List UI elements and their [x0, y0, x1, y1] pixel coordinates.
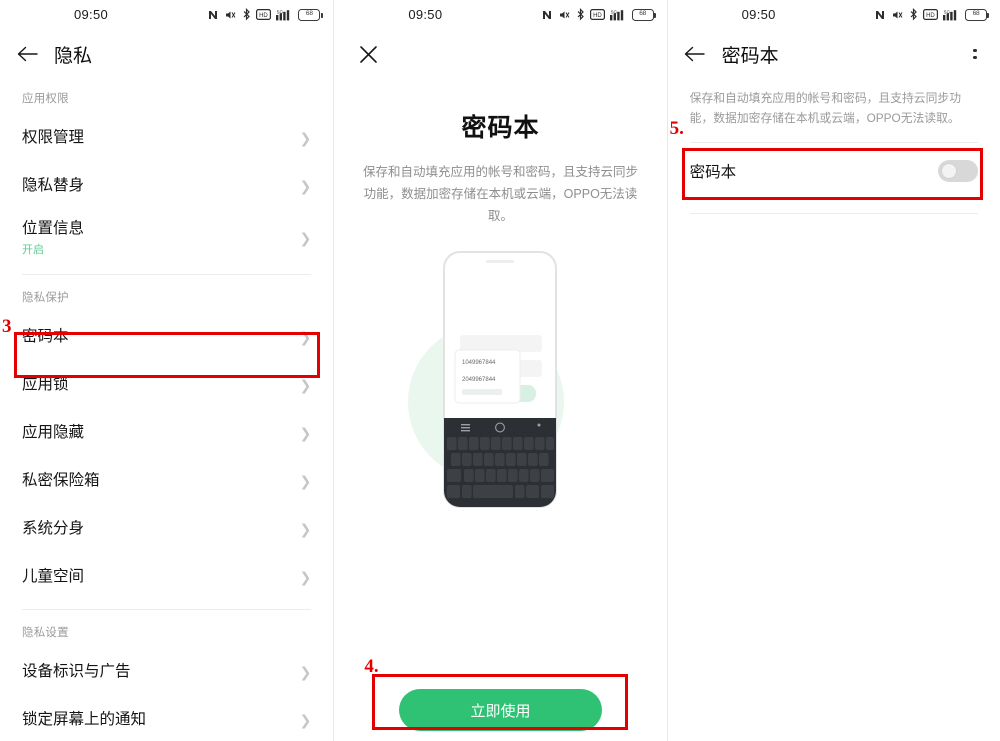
- close-x-icon[interactable]: [356, 42, 380, 66]
- chevron-right-icon: ❯: [299, 377, 312, 393]
- autofill-suggestion-2: 2049967844: [462, 377, 496, 383]
- list-item[interactable]: 设备标识与广告 ❯: [0, 648, 333, 696]
- list-item[interactable]: 位置信息 开启 ❯: [0, 210, 333, 266]
- list-item[interactable]: 隐私替身 ❯: [0, 162, 333, 210]
- bluetooth-icon: [577, 8, 584, 21]
- panel3-appbar: 密码本: [668, 30, 1000, 78]
- panel-privacy-settings: 09:50 HD 5G 68 隐私 应用权限 权限管理 ❯ 隐私替身 ❯ 位置信…: [0, 0, 334, 741]
- back-arrow-icon[interactable]: [14, 41, 40, 67]
- more-options-icon[interactable]: [964, 42, 986, 66]
- bluetooth-icon: [243, 8, 251, 21]
- hd-voice-icon: HD: [589, 9, 605, 20]
- signal-5g-icon: 5G: [609, 9, 623, 21]
- list-item[interactable]: 应用隐藏 ❯: [0, 409, 333, 457]
- signal-5g-icon: 5G: [276, 9, 290, 21]
- battery-icon: 68: [298, 8, 323, 21]
- settings-description: 保存和自动填充应用的帐号和密码，且支持云同步功能，数据加密存储在本机或云端，OP…: [689, 91, 961, 126]
- annotation-number-5: 5.: [669, 118, 684, 139]
- list-item[interactable]: 权限管理 ❯: [0, 114, 333, 162]
- list-item-label: 隐私替身: [22, 177, 85, 195]
- list-item-label: 权限管理: [22, 129, 85, 147]
- status-bar: 09:50 HD 5G 68: [668, 0, 1000, 30]
- svg-text:HD: HD: [926, 13, 935, 19]
- battery-percent: 68: [972, 10, 980, 18]
- list-item[interactable]: 锁定屏幕上的通知 ❯: [0, 696, 333, 741]
- svg-text:HD: HD: [259, 13, 268, 19]
- back-arrow-icon[interactable]: [682, 41, 708, 67]
- mute-icon: [559, 11, 570, 18]
- annotation-box-toggle-row: [681, 148, 983, 200]
- panel1-appbar: 隐私: [0, 30, 333, 78]
- intro-title: 密码本: [461, 114, 540, 142]
- list-privacy-settings: 设备标识与广告 ❯ 锁定屏幕上的通知 ❯: [0, 648, 333, 741]
- list-item[interactable]: 系统分身 ❯: [0, 505, 333, 553]
- chevron-right-icon: ❯: [299, 473, 312, 489]
- chevron-right-icon: ❯: [299, 664, 312, 680]
- phone-autofill-illustration: 1049967844 2049967844: [334, 242, 666, 517]
- chevron-right-icon: ❯: [299, 230, 312, 246]
- mute-icon: [226, 11, 236, 18]
- chevron-right-icon: ❯: [299, 178, 312, 194]
- section-divider: [22, 609, 312, 610]
- panel-password-book-settings: 09:50 HD 5G 68 密码本 保存和自动填充应用的帐号和密码，且支持云同…: [666, 0, 1000, 741]
- section-divider: [22, 274, 312, 275]
- list-app-permissions: 权限管理 ❯ 隐私替身 ❯ 位置信息 开启 ❯: [0, 114, 333, 266]
- battery-percent: 68: [639, 10, 647, 18]
- group-label-privacy-settings: 隐私设置: [22, 627, 69, 639]
- status-time: 09:50: [741, 7, 776, 22]
- signal-5g-icon: 5G: [942, 9, 957, 21]
- nfc-icon: [209, 10, 218, 19]
- list-item-label: 应用锁: [22, 376, 69, 394]
- panel-password-book-intro: 09:50 HD 5G 68 密码本 保存和自动填充应用的帐号和密码，且支持云同…: [333, 0, 667, 741]
- nfc-icon: [875, 10, 884, 19]
- section-divider-bottom: [689, 213, 978, 215]
- list-item-label: 系统分身: [22, 520, 85, 538]
- list-item-label: 设备标识与广告: [22, 663, 131, 681]
- annotation-box-password-book: [14, 332, 320, 378]
- status-icons: HD 5G 68: [541, 8, 656, 21]
- three-panel-screenshot: 09:50 HD 5G 68 隐私 应用权限 权限管理 ❯ 隐私替身 ❯ 位置信…: [0, 0, 1000, 741]
- svg-text:HD: HD: [593, 13, 602, 19]
- hd-voice-icon: HD: [922, 9, 938, 20]
- chevron-right-icon: ❯: [299, 712, 312, 728]
- list-item-label: 位置信息: [22, 219, 85, 237]
- bluetooth-icon: [910, 8, 917, 21]
- list-item-label: 私密保险箱: [22, 472, 100, 490]
- battery-percent: 68: [305, 10, 313, 18]
- list-item-label: 儿童空间: [22, 568, 85, 586]
- list-item-label: 应用隐藏: [22, 424, 85, 442]
- page-title: 密码本: [721, 45, 779, 67]
- status-icons: HD 5G 68: [874, 8, 990, 21]
- intro-description: 保存和自动填充应用的帐号和密码，且支持云同步功能，数据加密存储在本机或云端，OP…: [362, 165, 638, 223]
- autofill-suggestion-1: 1049967844: [462, 360, 496, 366]
- panel2-topbar: [334, 30, 666, 78]
- list-item[interactable]: 私密保险箱 ❯: [0, 457, 333, 505]
- mute-icon: [892, 11, 903, 18]
- group-label-app-permissions: 应用权限: [22, 93, 69, 105]
- annotation-box-use-now: [372, 674, 629, 730]
- list-item-label: 锁定屏幕上的通知: [22, 711, 147, 729]
- nfc-icon: [542, 10, 551, 19]
- status-time: 09:50: [408, 7, 443, 22]
- list-item-status: 开启: [22, 244, 44, 257]
- hd-voice-icon: HD: [256, 9, 272, 20]
- chevron-right-icon: ❯: [299, 130, 312, 146]
- chevron-right-icon: ❯: [299, 425, 312, 441]
- status-time: 09:50: [74, 7, 109, 22]
- chevron-right-icon: ❯: [299, 569, 312, 585]
- group-label-privacy-protection: 隐私保护: [22, 292, 69, 304]
- page-title: 隐私: [54, 45, 93, 67]
- chevron-right-icon: ❯: [299, 521, 312, 537]
- battery-icon: 68: [631, 8, 656, 21]
- list-item[interactable]: 儿童空间 ❯: [0, 553, 333, 601]
- status-icons: HD 5G 68: [207, 8, 323, 21]
- status-bar: 09:50 HD 5G 68: [334, 0, 666, 30]
- annotation-number-3: 3: [2, 316, 12, 337]
- battery-icon: 68: [964, 8, 990, 21]
- status-bar: 09:50 HD 5G 68: [0, 0, 333, 30]
